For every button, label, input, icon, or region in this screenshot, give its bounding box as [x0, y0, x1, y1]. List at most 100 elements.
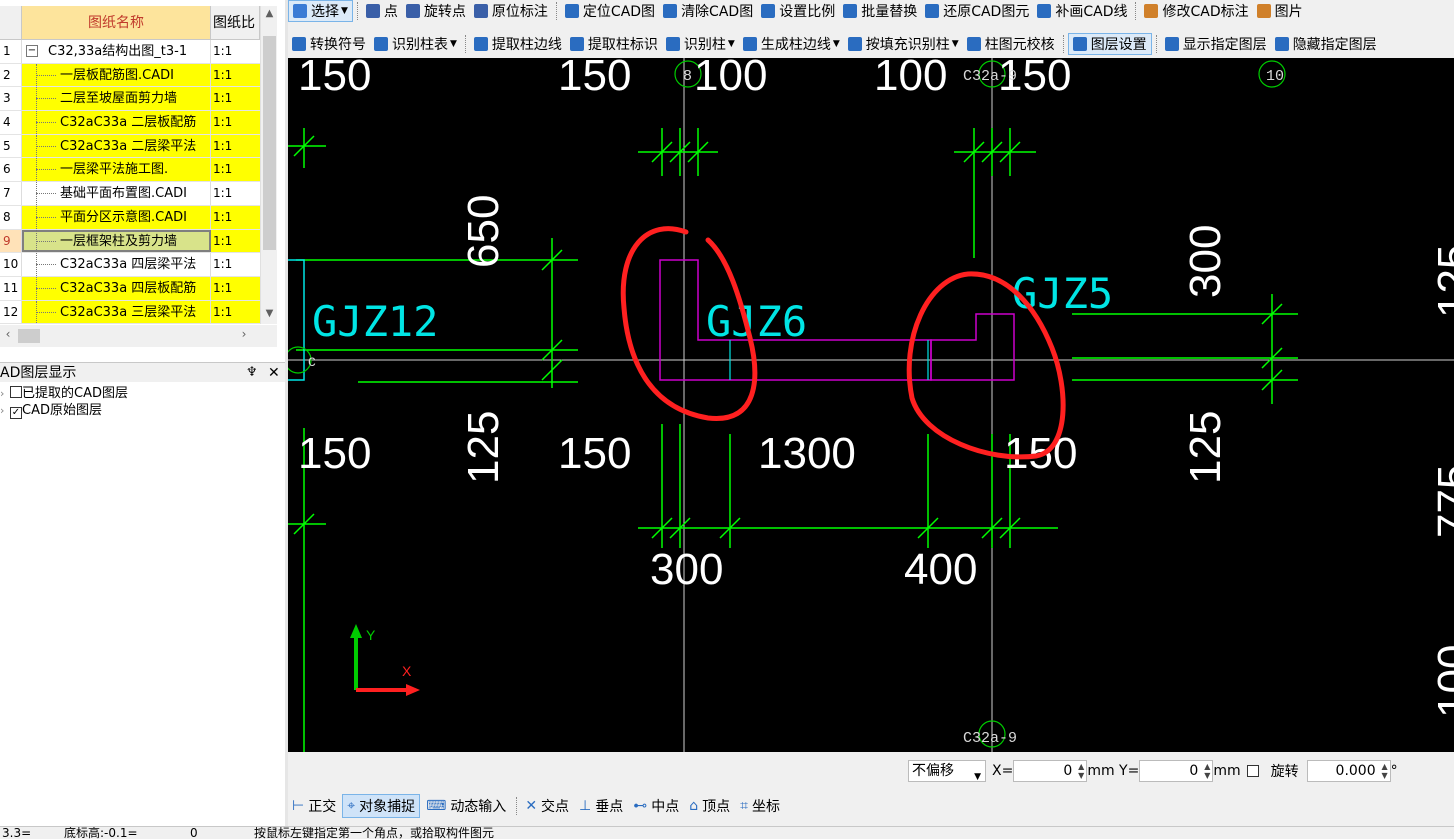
- row-scale[interactable]: 1:1: [211, 300, 260, 324]
- layer-item-original[interactable]: › ✓ CAD原始图层: [0, 403, 102, 419]
- drawing-list-row[interactable]: 6 一层梁平法施工图. 1:1: [0, 158, 260, 183]
- drawing-list-row[interactable]: 5 C32aC33a 二层梁平法 1:1: [0, 134, 260, 159]
- row-drawing-name[interactable]: 一层框架柱及剪力墙: [22, 229, 211, 253]
- row-scale[interactable]: 1:1: [211, 63, 260, 87]
- scroll-right-icon[interactable]: ›: [236, 327, 252, 341]
- row-drawing-name[interactable]: C32aC33a 四层板配筋: [22, 276, 211, 300]
- snap-toggle[interactable]: ⊷ 中点: [629, 794, 683, 818]
- header-drawing-name[interactable]: 图纸名称: [22, 6, 211, 40]
- row-drawing-name[interactable]: 基础平面布置图.CADI: [22, 182, 211, 205]
- tool-button[interactable]: 清除CAD图: [659, 0, 757, 22]
- drawing-list-row[interactable]: 12 C32aC33a 三层梁平法 1:1: [0, 300, 260, 325]
- spinner-icon[interactable]: ▲ ▼: [1078, 762, 1084, 780]
- row-scale[interactable]: 1:1: [211, 158, 260, 182]
- drawing-list-row[interactable]: 3 二层至坡屋面剪力墙 1:1: [0, 87, 260, 112]
- row-drawing-name[interactable]: 一层板配筋图.CADI: [22, 63, 211, 87]
- offset-x-input[interactable]: 0 ▲ ▼: [1013, 760, 1088, 782]
- drawing-list-row[interactable]: 10 C32aC33a 四层梁平法 1:1: [0, 253, 260, 277]
- pin-icon[interactable]: ♆: [246, 363, 258, 383]
- snap-toggle[interactable]: ⌗ 坐标: [736, 794, 784, 818]
- spinner-icon[interactable]: ▲ ▼: [1204, 762, 1210, 780]
- row-scale[interactable]: 1:1: [211, 182, 260, 205]
- tool-button[interactable]: 批量替换: [839, 0, 921, 22]
- tool-button[interactable]: 点: [362, 0, 402, 22]
- tool-button[interactable]: 显示指定图层: [1161, 33, 1271, 55]
- row-scale[interactable]: 1:1: [211, 111, 260, 134]
- expand-icon[interactable]: ›: [0, 386, 10, 402]
- hscroll-thumb[interactable]: [18, 329, 40, 343]
- spinner-icon[interactable]: ▲ ▼: [1381, 762, 1387, 780]
- drawing-list-vscroll[interactable]: ▲ ▼: [260, 6, 277, 324]
- row-scale[interactable]: 1:1: [211, 276, 260, 300]
- scroll-up-icon[interactable]: ▲: [261, 8, 278, 24]
- row-drawing-name[interactable]: C32aC33a 二层板配筋: [22, 111, 211, 134]
- tool-button[interactable]: 修改CAD标注: [1140, 0, 1252, 22]
- tool-button[interactable]: 定位CAD图: [561, 0, 659, 22]
- tool-button[interactable]: 按填充识别柱 ▼: [844, 33, 963, 55]
- offset-y-input[interactable]: 0 ▲ ▼: [1139, 760, 1214, 782]
- drawing-list-row[interactable]: 4 C32aC33a 二层板配筋 1:1: [0, 111, 260, 135]
- tool-button[interactable]: 隐藏指定图层: [1271, 33, 1381, 55]
- layer-checkbox-original[interactable]: ✓: [10, 407, 22, 419]
- scroll-left-icon[interactable]: ‹: [0, 327, 16, 341]
- collapse-icon[interactable]: −: [26, 45, 38, 57]
- chevron-down-icon[interactable]: ▼: [833, 39, 840, 49]
- offset-mode-select[interactable]: 不偏移 ▼: [908, 760, 986, 782]
- cad-drawing-canvas[interactable]: 150 150 100 100 150 650 300 125 150 125 …: [288, 58, 1454, 752]
- tool-button[interactable]: 转换符号: [288, 33, 370, 55]
- row-scale[interactable]: 1:1: [211, 205, 260, 229]
- tool-button[interactable]: 识别柱表 ▼: [370, 33, 461, 55]
- snap-toggle[interactable]: ⊥ 垂点: [575, 794, 627, 818]
- column-outline-gjz5[interactable]: [930, 313, 1015, 381]
- close-icon[interactable]: ✕: [268, 363, 280, 383]
- tool-button[interactable]: 旋转点: [402, 0, 470, 22]
- row-drawing-name[interactable]: 一层梁平法施工图.: [22, 158, 211, 182]
- column-outline-gjz12[interactable]: [288, 259, 305, 381]
- tool-button[interactable]: 还原CAD图元: [921, 0, 1033, 22]
- scroll-down-icon[interactable]: ▼: [261, 308, 278, 324]
- rotate-checkbox[interactable]: [1246, 765, 1259, 777]
- drawing-list-row[interactable]: 11 C32aC33a 四层板配筋 1:1: [0, 276, 260, 301]
- tool-button[interactable]: 提取柱边线: [470, 33, 566, 55]
- snap-toggle[interactable]: ⌨ 动态输入: [422, 794, 510, 818]
- row-scale[interactable]: 1:1: [211, 134, 260, 158]
- row-scale[interactable]: 1:1: [211, 87, 260, 111]
- tool-button[interactable]: 图层设置: [1067, 33, 1152, 55]
- header-drawing-scale[interactable]: 图纸比: [211, 6, 260, 40]
- tool-button[interactable]: 提取柱标识: [566, 33, 662, 55]
- snap-toggle[interactable]: ⌂ 顶点: [685, 794, 734, 818]
- drawing-list-row[interactable]: 7 基础平面布置图.CADI 1:1: [0, 182, 260, 206]
- tool-button[interactable]: 柱图元校核: [963, 33, 1059, 55]
- scroll-thumb[interactable]: [263, 36, 276, 250]
- row-drawing-name[interactable]: − C32,33a结构出图_t3-1: [22, 40, 211, 63]
- drawing-list-row[interactable]: 9 一层框架柱及剪力墙 1:1: [0, 229, 260, 254]
- row-scale[interactable]: 1:1: [211, 253, 260, 276]
- row-drawing-name[interactable]: 二层至坡屋面剪力墙: [22, 87, 211, 111]
- tool-button[interactable]: 图片: [1253, 0, 1307, 22]
- row-drawing-name[interactable]: 平面分区示意图.CADI: [22, 205, 211, 229]
- chevron-down-icon[interactable]: ▼: [952, 39, 959, 49]
- row-drawing-name[interactable]: C32aC33a 二层梁平法: [22, 134, 211, 158]
- row-drawing-name[interactable]: C32aC33a 四层梁平法: [22, 253, 211, 276]
- drawing-list-hscroll[interactable]: ‹ ›: [0, 325, 277, 347]
- cad-drawing[interactable]: 150 150 100 100 150 650 300 125 150 125 …: [288, 58, 1454, 752]
- snap-toggle[interactable]: ✕ 交点: [521, 794, 573, 818]
- chevron-down-icon[interactable]: ▼: [728, 39, 735, 49]
- tool-button[interactable]: 选择 ▼: [288, 0, 353, 22]
- snap-toggle[interactable]: ⌖ 对象捕捉: [342, 794, 421, 818]
- layer-item-extracted[interactable]: › 已提取的CAD图层: [0, 386, 128, 402]
- snap-toggle[interactable]: ⊢ 正交: [288, 794, 340, 818]
- tool-button[interactable]: 原位标注: [470, 0, 552, 22]
- chevron-down-icon[interactable]: ▼: [341, 6, 348, 16]
- drawing-list-row[interactable]: 1− C32,33a结构出图_t3-1 1:1: [0, 40, 260, 64]
- tool-button[interactable]: 设置比例: [757, 0, 839, 22]
- row-drawing-name[interactable]: C32aC33a 三层梁平法: [22, 300, 211, 324]
- tool-button[interactable]: 生成柱边线 ▼: [739, 33, 844, 55]
- layer-checkbox-extracted[interactable]: [10, 386, 22, 398]
- drawing-list-row[interactable]: 8 平面分区示意图.CADI 1:1: [0, 205, 260, 230]
- row-scale[interactable]: 1:1: [211, 229, 260, 253]
- tool-button[interactable]: 识别柱 ▼: [662, 33, 739, 55]
- tool-button[interactable]: 补画CAD线: [1033, 0, 1131, 22]
- row-scale[interactable]: 1:1: [211, 40, 260, 63]
- expand-icon[interactable]: ›: [0, 403, 10, 419]
